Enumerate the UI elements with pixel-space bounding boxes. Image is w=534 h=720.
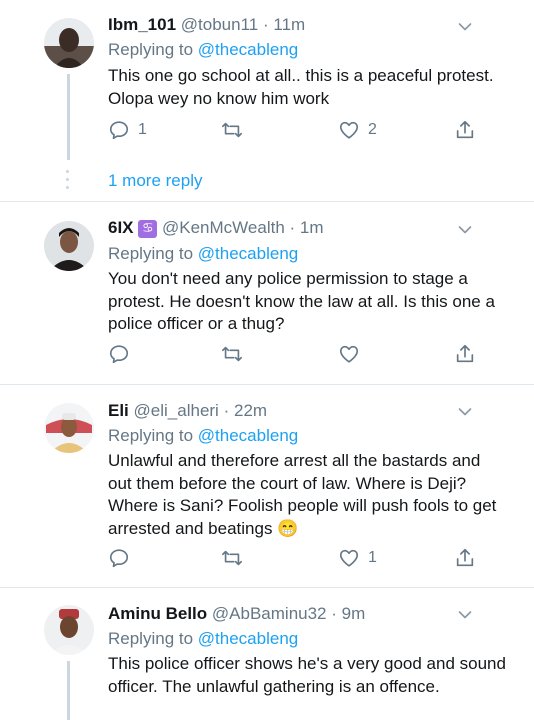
separator: · (289, 218, 296, 237)
share-button[interactable] (454, 118, 476, 142)
divider (0, 587, 534, 588)
timestamp[interactable]: 1m (300, 218, 324, 237)
tweet-text: You don't need any police permission to … (108, 269, 495, 333)
like-icon (339, 121, 359, 139)
more-replies-link[interactable]: 1 more reply (108, 171, 202, 191)
tweet-header: 6IX ♋ @KenMcWealth · 1m (108, 218, 324, 238)
display-name[interactable]: Ibm_101 (108, 15, 176, 34)
chevron-down-icon[interactable] (458, 405, 472, 419)
tweet-text: This one go school at all.. this is a pe… (108, 66, 494, 108)
like-button[interactable]: 1 (338, 546, 377, 570)
user-handle[interactable]: @AbBaminu32 (212, 604, 327, 623)
retweet-button[interactable] (220, 546, 244, 570)
separator: · (331, 604, 337, 623)
mention-link[interactable]: @thecableng (198, 426, 298, 445)
like-icon (339, 549, 359, 567)
tweet-text: This police officer shows he's a very go… (108, 654, 506, 696)
share-icon (456, 344, 474, 363)
share-button[interactable] (454, 546, 476, 570)
replying-to-label: Replying to (108, 244, 194, 263)
action-bar (108, 342, 478, 366)
retweet-icon (222, 550, 242, 566)
share-icon (456, 120, 474, 139)
avatar[interactable] (44, 403, 94, 453)
mention-link[interactable]: @thecableng (198, 629, 298, 648)
chevron-down-icon[interactable] (458, 20, 472, 34)
reply-icon (109, 121, 129, 140)
retweet-button[interactable] (220, 342, 244, 366)
thread-dots (66, 170, 70, 194)
reply-button[interactable] (108, 342, 138, 366)
replying-to: Replying to @thecableng (108, 244, 298, 264)
tweet-text: Unlawful and therefore arrest all the ba… (108, 451, 497, 538)
display-name[interactable]: Eli (108, 401, 129, 420)
replying-to: Replying to @thecableng (108, 629, 298, 649)
user-handle[interactable]: @tobun11 (181, 15, 258, 34)
retweet-button[interactable] (220, 118, 244, 142)
divider (0, 201, 534, 202)
like-button[interactable]: 2 (338, 118, 377, 142)
separator: · (262, 15, 269, 34)
display-name[interactable]: 6IX (108, 218, 134, 237)
reply-icon (109, 549, 129, 568)
share-icon (456, 548, 474, 567)
divider (0, 384, 534, 385)
thread-line (67, 661, 70, 720)
reply-count: 1 (138, 121, 147, 138)
like-count: 2 (368, 121, 377, 138)
user-handle[interactable]: @KenMcWealth (162, 218, 285, 237)
tweet-header: Ibm_101 @tobun11 · 11m (108, 15, 305, 35)
separator: · (223, 401, 230, 420)
replying-to-label: Replying to (108, 629, 194, 648)
like-count: 1 (368, 549, 377, 566)
zodiac-badge-icon: ♋ (138, 220, 158, 238)
replying-to-label: Replying to (108, 426, 194, 445)
user-handle[interactable]: @eli_alheri (134, 401, 219, 420)
avatar[interactable] (44, 605, 94, 655)
timestamp[interactable]: 9m (342, 604, 366, 623)
replying-to: Replying to @thecableng (108, 40, 298, 60)
timestamp[interactable]: 11m (273, 15, 305, 34)
avatar[interactable] (44, 18, 94, 68)
reply-button[interactable]: 1 (108, 118, 147, 142)
share-button[interactable] (454, 342, 476, 366)
thread-line (67, 74, 70, 160)
chevron-down-icon[interactable] (458, 608, 472, 622)
chevron-down-icon[interactable] (458, 223, 472, 237)
mention-link[interactable]: @thecableng (198, 40, 298, 59)
tweet-header: Eli @eli_alheri · 22m (108, 401, 267, 421)
retweet-icon (222, 346, 242, 362)
timestamp[interactable]: 22m (234, 401, 267, 420)
replying-to: Replying to @thecableng (108, 426, 298, 446)
avatar[interactable] (44, 221, 94, 271)
mention-link[interactable]: @thecableng (198, 244, 298, 263)
like-button[interactable] (338, 342, 368, 366)
tweet-header: Aminu Bello @AbBaminu32 · 9m (108, 604, 365, 624)
replying-to-label: Replying to (108, 40, 194, 59)
display-name[interactable]: Aminu Bello (108, 604, 207, 623)
like-icon (339, 345, 359, 363)
reply-icon (109, 345, 129, 364)
reply-button[interactable] (108, 546, 138, 570)
retweet-icon (222, 122, 242, 138)
action-bar: 1 (108, 546, 478, 570)
action-bar: 1 2 (108, 118, 478, 142)
